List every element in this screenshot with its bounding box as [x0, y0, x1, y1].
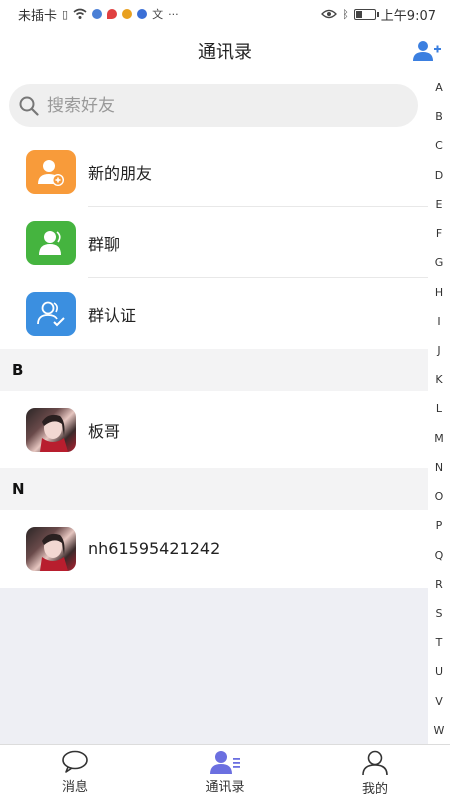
alphabet-index-letter[interactable]: K — [435, 374, 442, 385]
battery-icon — [353, 8, 379, 20]
section-header-b: B — [0, 349, 428, 391]
contact-row[interactable]: 板哥 — [0, 391, 428, 468]
avatar — [26, 526, 76, 571]
status-left: 未插卡 ▯ 文 ··· — [18, 5, 179, 24]
sim-icon: ▯ — [62, 7, 69, 21]
alphabet-index[interactable]: A B C D E F G H I J K L M N O P Q R S T U V W — [428, 80, 450, 744]
new-friends-label: 新的朋友 — [88, 163, 153, 183]
alphabet-index-letter[interactable]: I — [437, 316, 440, 327]
alphabet-index-letter[interactable]: V — [435, 696, 443, 707]
contacts-icon — [210, 751, 240, 774]
status-bar: 未插卡 ▯ 文 ··· ᛒ 上午9:07 — [0, 0, 450, 28]
new-friends-item[interactable]: 新的朋友 — [0, 136, 428, 207]
group-chat-label: 群聊 — [88, 234, 121, 254]
alphabet-index-letter[interactable]: H — [435, 287, 443, 298]
avatar — [26, 407, 76, 452]
alphabet-index-letter[interactable]: S — [436, 608, 443, 619]
page-title: 通讯录 — [198, 42, 252, 63]
alphabet-index-letter[interactable]: W — [434, 725, 445, 736]
contact-row[interactable]: nh61595421242 — [0, 510, 428, 587]
alphabet-index-letter[interactable]: E — [436, 199, 443, 210]
section-header-n: N — [0, 468, 428, 510]
contact-name: 板哥 — [88, 421, 121, 441]
tab-label: 消息 — [61, 780, 88, 795]
battery-fill — [355, 10, 362, 18]
alphabet-index-letter[interactable]: O — [435, 491, 444, 502]
wifi-icon — [73, 8, 87, 19]
search-icon — [19, 96, 39, 116]
new-friend-icon — [26, 149, 76, 194]
baidu-icon — [137, 9, 148, 19]
empty-list-area — [0, 588, 428, 744]
alphabet-index-letter[interactable]: Q — [435, 550, 444, 561]
group-verify-icon — [26, 291, 76, 336]
bluetooth-icon: ᛒ — [342, 7, 349, 21]
alphabet-index-letter[interactable]: T — [436, 637, 443, 648]
search-bar[interactable] — [9, 84, 418, 127]
more-dots-icon: ··· — [168, 7, 179, 21]
add-user-icon — [413, 41, 441, 61]
alphabet-index-letter[interactable]: L — [436, 403, 442, 414]
weibo-icon — [122, 9, 133, 19]
group-chat-icon — [26, 220, 76, 265]
person-icon — [362, 750, 388, 776]
alphabet-index-letter[interactable]: M — [434, 433, 444, 444]
carrier-label: 未插卡 — [18, 8, 58, 24]
contacts-list: 新的朋友 群聊 群认证 B 板哥 N nh61595421242 — [0, 136, 428, 587]
app-notification-icon — [92, 9, 103, 19]
clock: 上午9:07 — [380, 8, 436, 24]
chat-bubble-icon — [62, 750, 88, 773]
group-verify-label: 群认证 — [88, 305, 137, 325]
search-input[interactable] — [47, 95, 387, 116]
status-right: ᛒ 上午9:07 — [321, 5, 436, 24]
alphabet-index-letter[interactable]: A — [435, 82, 443, 93]
tab-me[interactable]: 我的 — [300, 745, 450, 800]
alphabet-index-letter[interactable]: P — [436, 520, 443, 531]
contact-name: nh61595421242 — [88, 539, 221, 558]
tab-label: 通讯录 — [205, 780, 245, 795]
bottom-tab-bar: 消息 通讯录 我的 — [0, 744, 450, 800]
alphabet-index-letter[interactable]: F — [436, 228, 442, 239]
group-chat-item[interactable]: 群聊 — [0, 207, 428, 278]
add-friend-button[interactable] — [412, 36, 442, 66]
alphabet-index-letter[interactable]: G — [435, 257, 444, 268]
header: 通讯录 — [0, 28, 450, 74]
translate-icon: 文 — [152, 7, 164, 21]
alphabet-index-letter[interactable]: C — [435, 140, 443, 151]
alphabet-index-letter[interactable]: D — [435, 170, 443, 181]
alphabet-index-letter[interactable]: U — [435, 666, 443, 677]
alphabet-index-letter[interactable]: B — [435, 111, 443, 122]
alphabet-index-letter[interactable]: N — [435, 462, 443, 473]
group-verify-item[interactable]: 群认证 — [0, 278, 428, 349]
alphabet-index-letter[interactable]: R — [435, 579, 443, 590]
tab-contacts[interactable]: 通讯录 — [150, 745, 300, 800]
location-pin-icon — [107, 9, 118, 19]
alphabet-index-letter[interactable]: J — [437, 345, 440, 356]
tab-label: 我的 — [361, 782, 388, 797]
eye-icon — [321, 9, 338, 19]
tab-messages[interactable]: 消息 — [0, 745, 150, 800]
